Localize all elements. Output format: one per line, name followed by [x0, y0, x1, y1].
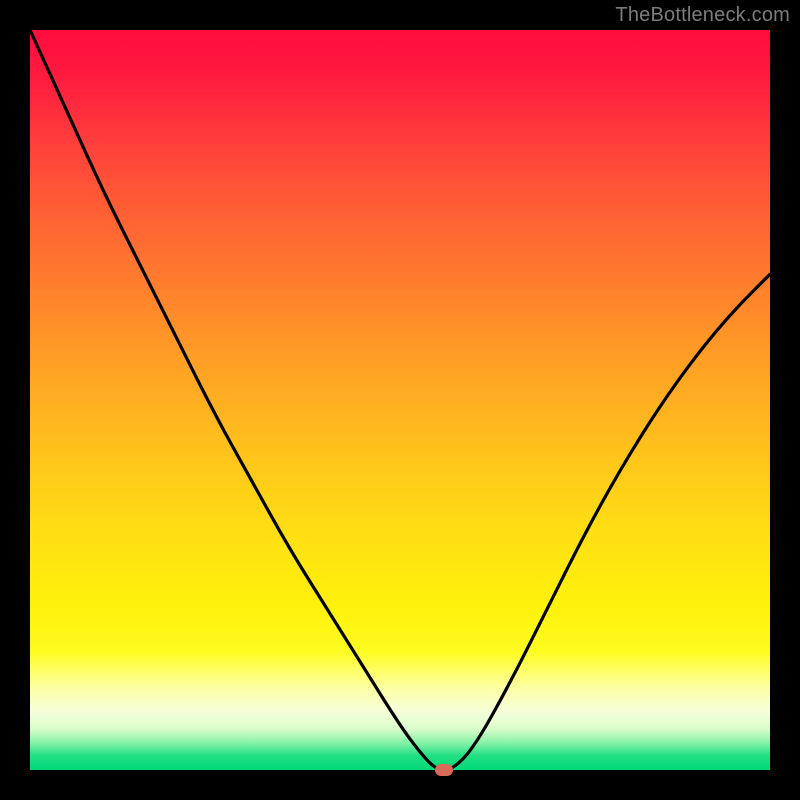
plot-area [30, 30, 770, 770]
optimum-marker [435, 764, 453, 776]
watermark-text: TheBottleneck.com [615, 4, 790, 27]
bottleneck-curve [30, 30, 770, 770]
chart-frame: TheBottleneck.com [0, 0, 800, 800]
